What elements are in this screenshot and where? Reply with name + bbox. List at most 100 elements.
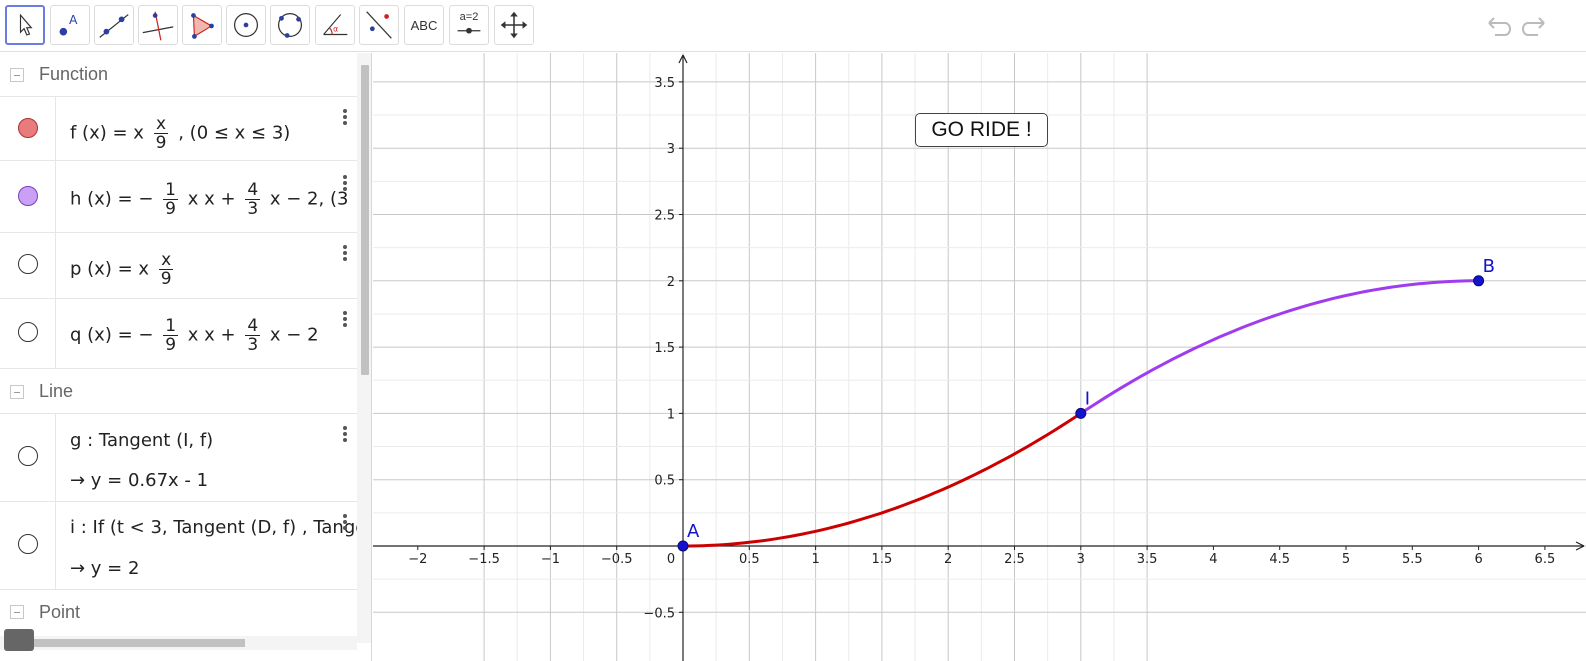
more-menu-icon[interactable] [343, 175, 347, 193]
more-menu-icon[interactable] [343, 245, 347, 263]
y-tick-label: 2.5 [654, 209, 675, 224]
point-tool-button[interactable]: A [50, 5, 90, 45]
go-ride-button[interactable]: GO RIDE ! [915, 113, 1048, 147]
cursor-arrow-icon [19, 13, 33, 36]
undo-button[interactable] [1483, 11, 1513, 41]
expr-lhs: f (x) = x [70, 122, 144, 144]
reflect-tool-button[interactable] [359, 5, 399, 45]
line-tool-button[interactable] [94, 5, 134, 45]
x-tick-label: 4.5 [1269, 552, 1290, 567]
perpendicular-line-tool-button[interactable] [138, 5, 178, 45]
keyboard-icon[interactable] [4, 629, 34, 651]
y-tick-label: 1 [667, 407, 675, 422]
x-tick-label: −1.5 [468, 552, 500, 567]
algebra-row-g[interactable]: g : Tangent (I, f) → y = 0.67x - 1 [0, 414, 357, 502]
svg-text:α: α [333, 25, 338, 34]
algebra-row-i[interactable]: i : If (t < 3, Tangent (D, f) , Tange → … [0, 502, 357, 590]
perpendicular-line-icon [142, 11, 174, 41]
graphics-view[interactable]: −2 −1.5 −1 −0.5 0 0.5 1 1.5 2 2.5 3 3.5 4 4.5 5 5.5 6 6.5… [373, 53, 1586, 661]
circle-center-icon [233, 12, 259, 38]
move-graphics-tool-button[interactable] [494, 5, 534, 45]
text-tool-label: ABC [410, 17, 438, 33]
visibility-toggle-h[interactable] [18, 186, 38, 206]
collapse-icon[interactable] [10, 605, 24, 619]
vertical-scrollbar[interactable] [357, 53, 371, 643]
toolbar: A α ABC a=2 [0, 0, 1586, 52]
marble-column [0, 299, 56, 368]
fraction-numerator: 4 [245, 316, 261, 336]
x-tick-label: −0.5 [601, 552, 633, 567]
group-header-line[interactable]: Line [0, 370, 357, 414]
y-tick-label: 1.5 [654, 341, 675, 356]
point-a [677, 540, 689, 552]
slider-tool-button[interactable]: a=2 [449, 5, 489, 45]
definition-g[interactable]: g : Tangent (I, f) [70, 430, 213, 451]
algebra-view: Function f (x) = x x9 , (0 ≤ x ≤ 3) h (x… [0, 53, 372, 661]
redo-icon [1522, 17, 1545, 36]
more-menu-icon[interactable] [343, 514, 347, 532]
fraction: 43 [245, 180, 261, 219]
algebra-row-q[interactable]: q (x) = − 19 x x + 43 x − 2 [0, 299, 357, 369]
more-menu-icon[interactable] [343, 311, 347, 329]
scroll-thumb[interactable] [30, 639, 245, 647]
horizontal-scrollbar[interactable] [0, 636, 357, 650]
redo-button[interactable] [1520, 11, 1550, 41]
y-tick-label: 0.5 [654, 474, 675, 489]
marble-column [0, 161, 56, 232]
expr-rest: x − 2, (3 [269, 188, 349, 210]
visibility-toggle-i[interactable] [18, 534, 38, 554]
circle-center-point-tool-button[interactable] [226, 5, 266, 45]
y-tick-label: 3.5 [654, 76, 675, 91]
visibility-toggle-p[interactable] [18, 254, 38, 274]
marble-column [0, 233, 56, 298]
fraction: 43 [245, 316, 261, 355]
point-i [1075, 407, 1087, 419]
expression-p[interactable]: p (x) = x x9 [70, 251, 357, 288]
point-label-i: I [1085, 388, 1090, 409]
group-label: Function [39, 64, 109, 84]
fraction-numerator: 1 [163, 316, 179, 336]
text-tool-button[interactable]: ABC [404, 5, 444, 45]
fraction-denominator: 3 [247, 199, 259, 219]
collapse-icon[interactable] [10, 67, 24, 82]
scroll-thumb[interactable] [361, 65, 369, 375]
x-tick-label: −1 [541, 552, 560, 567]
expr-lhs: p (x) = x [70, 258, 150, 280]
line-through-points-icon [99, 14, 129, 38]
move-graphics-icon [500, 11, 528, 39]
visibility-toggle-f[interactable] [18, 118, 38, 138]
collapse-icon[interactable] [10, 384, 24, 399]
angle-tool-button[interactable]: α [315, 5, 355, 45]
y-tick-label: 2 [667, 275, 675, 290]
fraction-denominator: 3 [247, 335, 259, 355]
fraction-numerator: 1 [163, 180, 178, 200]
move-tool-button[interactable] [5, 5, 45, 45]
definition-i[interactable]: i : If (t < 3, Tangent (D, f) , Tange [70, 517, 357, 538]
fraction-numerator: x [159, 250, 174, 270]
algebra-row-h[interactable]: h (x) = − 19 x x + 43 x − 2, (3 [0, 161, 357, 233]
fraction: x9 [159, 251, 174, 288]
reflect-about-line-icon [366, 11, 392, 39]
polygon-tool-button[interactable] [182, 5, 222, 45]
marble-column [0, 502, 56, 589]
expression-q[interactable]: q (x) = − 19 x x + 43 x − 2 [70, 317, 357, 354]
fraction-denominator: 9 [165, 199, 176, 219]
algebra-row-p[interactable]: p (x) = x x9 [0, 233, 357, 299]
algebra-row-f[interactable]: f (x) = x x9 , (0 ≤ x ≤ 3) [0, 97, 357, 161]
visibility-toggle-q[interactable] [18, 322, 38, 342]
visibility-toggle-g[interactable] [18, 446, 38, 466]
expression-f[interactable]: f (x) = x x9 , (0 ≤ x ≤ 3) [70, 115, 357, 152]
circle-three-points-tool-button[interactable] [270, 5, 310, 45]
expression-h[interactable]: h (x) = − 19 x x + 43 x − 2, (3 [70, 181, 357, 218]
marble-column [0, 97, 56, 160]
more-menu-icon[interactable] [343, 109, 347, 127]
x-tick-label: −2 [408, 552, 427, 567]
fraction-numerator: 4 [245, 180, 261, 200]
x-tick-label: 5.5 [1402, 552, 1423, 567]
group-label: Line [39, 381, 74, 401]
group-header-point[interactable]: Point [0, 590, 357, 634]
x-tick-label: 6 [1474, 552, 1482, 567]
y-tick-label: 3 [667, 142, 675, 157]
more-menu-icon[interactable] [343, 426, 347, 444]
group-header-function[interactable]: Function [0, 53, 357, 97]
